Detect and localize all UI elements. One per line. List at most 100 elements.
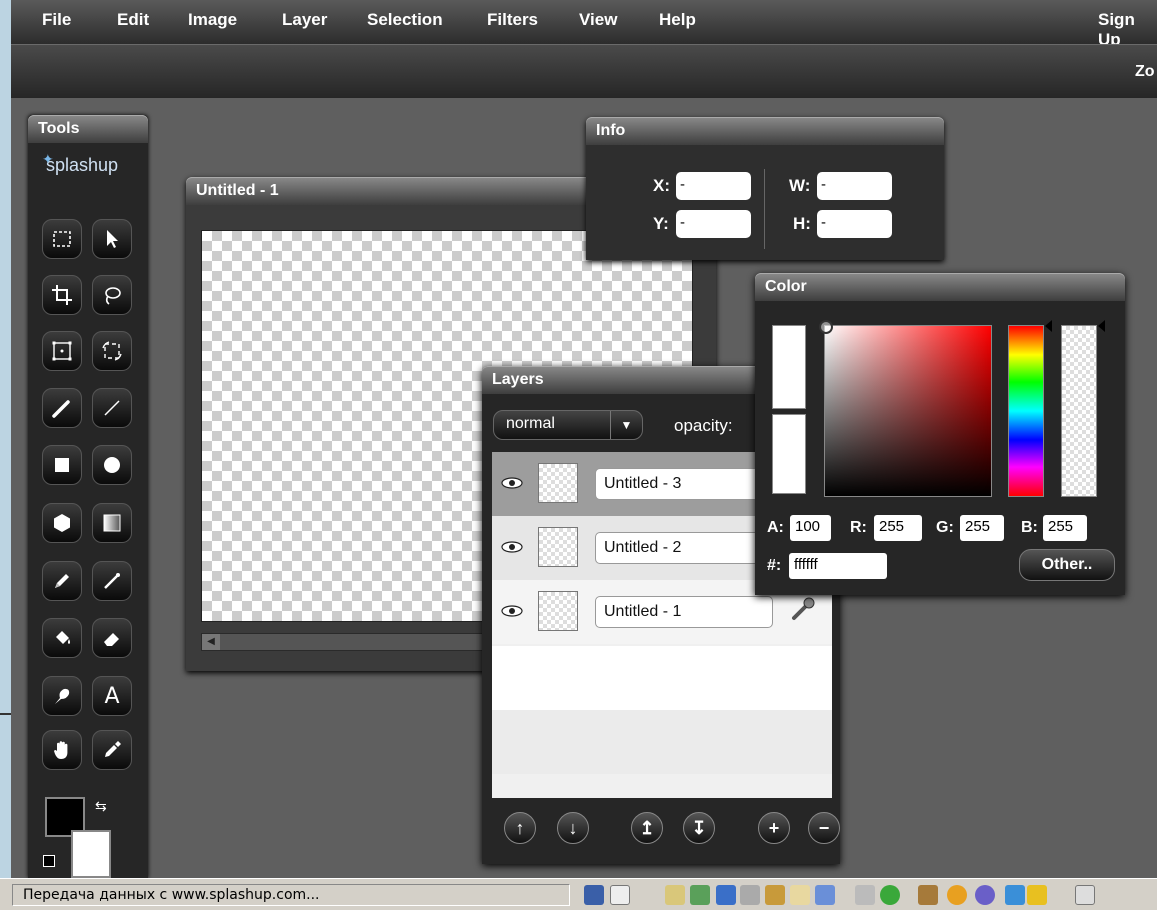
transform-icon (52, 341, 72, 361)
blue-field[interactable]: 255 (1043, 515, 1087, 541)
visibility-eye-icon[interactable] (500, 603, 524, 619)
w-label: W: (789, 176, 811, 195)
x-field[interactable]: - (676, 172, 751, 200)
alpha-field[interactable]: 100 (790, 515, 831, 541)
menu-bar: File Edit Image Layer Selection Filters … (11, 0, 1157, 49)
eyedropper-tool[interactable] (92, 730, 132, 770)
green-label: G: (936, 519, 954, 536)
pencil-tool[interactable] (42, 561, 82, 601)
marquee-tool[interactable] (42, 219, 82, 259)
translate-icon[interactable] (1005, 885, 1025, 905)
scroll-left-arrow-icon[interactable]: ◀ (202, 634, 220, 650)
menu-help[interactable]: Help (659, 10, 696, 30)
move-layer-top-button[interactable]: ↥ (631, 812, 663, 844)
hand-icon (54, 741, 68, 759)
polygon-tool[interactable] (42, 503, 82, 543)
power-icon[interactable] (975, 885, 995, 905)
red-field[interactable]: 255 (874, 515, 922, 541)
globe-icon[interactable] (690, 885, 710, 905)
chart-icon[interactable] (815, 885, 835, 905)
move-tool[interactable] (92, 219, 132, 259)
mail-icon[interactable] (790, 885, 810, 905)
transform-tool[interactable] (42, 331, 82, 371)
save-icon[interactable] (716, 885, 736, 905)
info-icon[interactable] (880, 885, 900, 905)
hex-label: #: (767, 557, 782, 574)
pencil-tray-icon[interactable] (665, 885, 685, 905)
star-icon[interactable] (1027, 885, 1047, 905)
color-panel-title[interactable]: Color (755, 273, 1125, 301)
menu-image[interactable]: Image (188, 10, 237, 30)
menu-edit[interactable]: Edit (117, 10, 149, 30)
fvd-icon[interactable] (584, 885, 604, 905)
marquee-icon (53, 231, 71, 247)
menu-selection[interactable]: Selection (367, 10, 443, 30)
fill-tool[interactable] (42, 618, 82, 658)
y-field[interactable]: - (676, 210, 751, 238)
gradient-tool[interactable] (92, 503, 132, 543)
envelope-icon[interactable] (1075, 885, 1095, 905)
layer-name-field[interactable]: Untitled - 3 (595, 468, 773, 500)
lasso-tool[interactable] (92, 275, 132, 315)
menu-filters[interactable]: Filters (487, 10, 538, 30)
settings-icon[interactable] (855, 885, 875, 905)
crop-tool[interactable] (42, 275, 82, 315)
hand-tool[interactable] (42, 730, 82, 770)
brush-tool[interactable] (42, 388, 82, 428)
ellipse-tool[interactable] (92, 445, 132, 485)
eraser-tool[interactable] (92, 618, 132, 658)
move-layer-down-button[interactable]: ↓ (557, 812, 589, 844)
layer-name-field[interactable]: Untitled - 2 (595, 532, 773, 564)
monkey-icon[interactable] (947, 885, 967, 905)
logo-drops-icon: ✦ (42, 151, 54, 167)
alpha-marker-icon[interactable] (1098, 320, 1105, 332)
other-color-button[interactable]: Other.. (1019, 549, 1115, 581)
airbrush-tool[interactable] (92, 561, 132, 601)
background-color-swatch[interactable] (71, 830, 111, 878)
page-icon[interactable] (610, 885, 630, 905)
new-color-swatch[interactable] (772, 325, 806, 409)
swap-colors-icon[interactable]: ⇆ (95, 798, 107, 815)
crop-icon (52, 285, 72, 305)
saturation-value-picker[interactable] (819, 320, 992, 497)
alpha-slider[interactable] (1061, 320, 1105, 497)
delete-layer-button[interactable]: − (808, 812, 840, 844)
line-tool[interactable] (92, 388, 132, 428)
hex-field[interactable]: ffffff (789, 553, 887, 579)
h-label: H: (793, 214, 811, 233)
move-layer-bottom-button[interactable]: ↧ (683, 812, 715, 844)
tool-icon[interactable] (765, 885, 785, 905)
add-layer-button[interactable]: + (758, 812, 790, 844)
default-colors-icon[interactable] (43, 855, 55, 867)
menu-view[interactable]: View (579, 10, 617, 30)
rectangle-tool[interactable] (42, 445, 82, 485)
tools-panel-title[interactable]: Tools (28, 115, 148, 143)
green-field[interactable]: 255 (960, 515, 1004, 541)
menu-layer[interactable]: Layer (282, 10, 327, 30)
info-panel-title[interactable]: Info (586, 117, 944, 145)
w-field[interactable]: - (817, 172, 892, 200)
smudge-icon (55, 688, 70, 704)
layer-name-field[interactable]: Untitled - 1 (595, 596, 773, 628)
printer-icon[interactable] (740, 885, 760, 905)
text-tool[interactable]: A (92, 676, 132, 716)
red-label: R: (850, 519, 867, 536)
line-icon (104, 400, 120, 416)
hue-marker-icon[interactable] (1045, 320, 1052, 332)
visibility-eye-icon[interactable] (500, 539, 524, 555)
menu-file[interactable]: File (42, 10, 71, 30)
color-picker-handle[interactable] (819, 320, 833, 334)
layer-brush-icon[interactable] (788, 594, 818, 624)
bug-icon[interactable] (918, 885, 938, 905)
browser-status-bar: Передача данных с www.splashup.com... (0, 878, 1157, 910)
color-panel: Color A: 100 R: 255 G: 255 B: 255 #: fff… (755, 273, 1125, 595)
visibility-eye-icon[interactable] (500, 475, 524, 491)
blend-mode-select[interactable]: normal ▼ (493, 410, 643, 440)
move-layer-up-button[interactable]: ↑ (504, 812, 536, 844)
hue-slider[interactable] (1008, 320, 1052, 497)
h-field[interactable]: - (817, 210, 892, 238)
rotate-tool[interactable] (92, 331, 132, 371)
old-color-swatch[interactable] (772, 414, 806, 494)
smudge-tool[interactable] (42, 676, 82, 716)
alpha-label: A: (767, 519, 784, 536)
